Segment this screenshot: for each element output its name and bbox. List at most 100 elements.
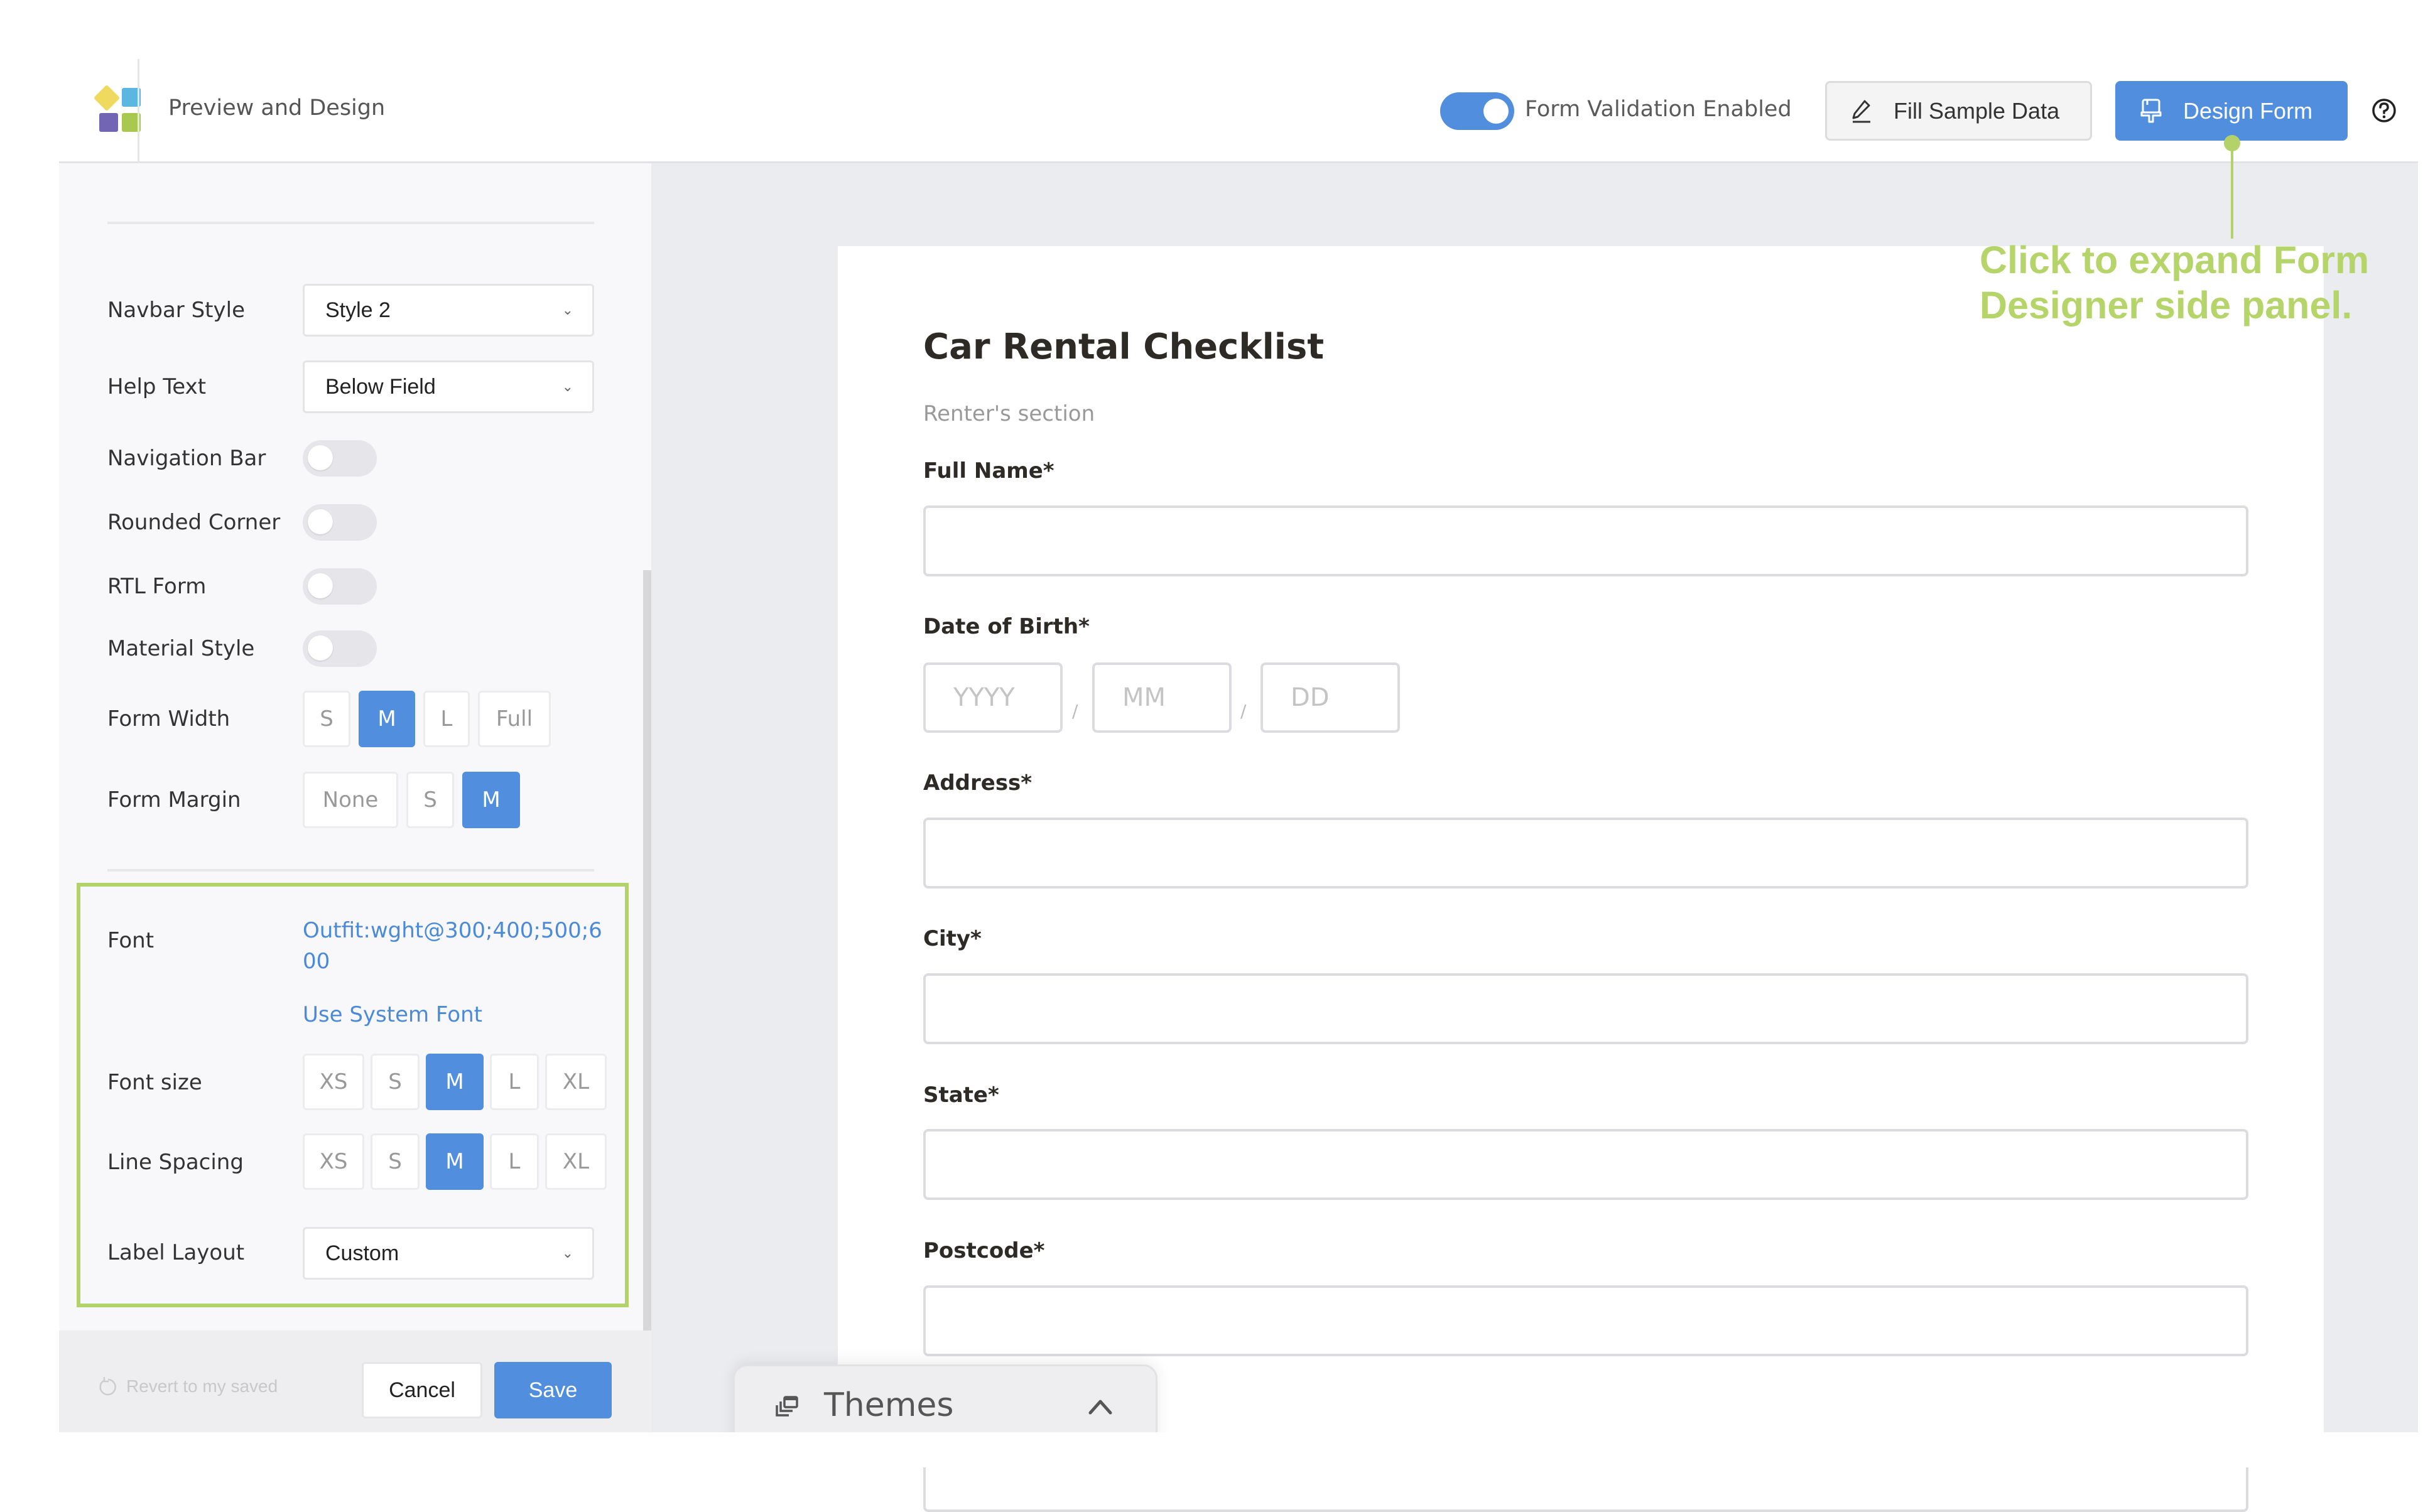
- toggle-knob: [308, 445, 333, 470]
- material-style-toggle[interactable]: [303, 630, 377, 667]
- fill-sample-data-label: Fill Sample Data: [1894, 97, 2060, 124]
- line-spacing-option-xl[interactable]: XL: [545, 1133, 607, 1190]
- line-spacing-selector: XS S M L XL: [303, 1133, 607, 1190]
- form-margin-option-none[interactable]: None: [303, 772, 398, 828]
- themes-icon: [776, 1396, 798, 1417]
- chevron-down-icon: ⌄: [561, 379, 573, 394]
- font-name-line1: Outfit:wght@300;400;500;6: [303, 918, 602, 943]
- chevron-down-icon: ⌄: [561, 1245, 573, 1261]
- form-margin-option-s[interactable]: S: [406, 772, 454, 828]
- city-input[interactable]: [923, 973, 2248, 1044]
- header-divider: [138, 59, 139, 163]
- form-margin-label: Form Margin: [107, 787, 241, 813]
- use-system-font-link[interactable]: Use System Font: [303, 1000, 482, 1030]
- annotation-callout: Click to expand Form Designer side panel…: [1980, 237, 2369, 328]
- rtl-form-toggle[interactable]: [303, 568, 377, 605]
- dob-year-input[interactable]: YYYY: [923, 662, 1063, 733]
- line-spacing-option-xs[interactable]: XS: [303, 1133, 364, 1190]
- font-name-link[interactable]: Outfit:wght@300;400;500;6 00: [303, 915, 602, 977]
- font-size-option-s[interactable]: S: [371, 1054, 420, 1110]
- chevron-down-icon: ⌄: [561, 302, 573, 318]
- divider: [107, 222, 594, 224]
- date-separator: /: [1240, 701, 1247, 721]
- dob-day-input[interactable]: DD: [1260, 662, 1400, 733]
- form-card: Car Rental Checklist Renter's section Fu…: [838, 246, 2324, 1512]
- line-spacing-label: Line Spacing: [107, 1150, 244, 1175]
- address-label: Address*: [923, 770, 1033, 796]
- annotation-pointer-dot: [2224, 135, 2240, 151]
- label-layout-label: Label Layout: [107, 1240, 245, 1265]
- right-edge: [2418, 59, 2423, 1432]
- font-label: Font: [107, 928, 154, 953]
- annotation-pointer-line: [2231, 144, 2233, 239]
- paint-brush-icon: [2140, 99, 2162, 122]
- date-of-birth-label: Date of Birth*: [923, 614, 1090, 639]
- themes-label: Themes: [824, 1386, 954, 1424]
- font-size-option-xs[interactable]: XS: [303, 1054, 364, 1110]
- revert-label: Revert to my saved: [126, 1376, 278, 1396]
- line-spacing-option-m[interactable]: M: [426, 1133, 484, 1190]
- form-validation-label: Form Validation Enabled: [1525, 97, 1792, 122]
- form-width-selector: S M L Full: [303, 691, 551, 747]
- state-label: State*: [923, 1083, 999, 1108]
- form-validation-toggle[interactable]: [1440, 92, 1514, 130]
- dob-month-input[interactable]: MM: [1092, 662, 1232, 733]
- help-text-label: Help Text: [107, 374, 207, 399]
- sidebar-footer: Revert to my saved Cancel Save: [59, 1331, 651, 1432]
- undo-icon: [99, 1377, 116, 1396]
- form-width-option-full[interactable]: Full: [478, 691, 551, 747]
- label-layout-value: Custom: [325, 1241, 399, 1265]
- date-separator: /: [1072, 701, 1078, 721]
- save-button[interactable]: Save: [494, 1362, 612, 1418]
- form-width-option-m[interactable]: M: [359, 691, 415, 747]
- design-form-button[interactable]: Design Form: [2115, 81, 2348, 141]
- font-size-selector: XS S M L XL: [303, 1054, 607, 1110]
- app-header: Preview and Design Form Validation Enabl…: [59, 59, 2423, 163]
- navbar-style-label: Navbar Style: [107, 298, 245, 323]
- form-margin-option-m[interactable]: M: [462, 772, 520, 828]
- full-name-input[interactable]: [923, 505, 2248, 576]
- postcode-input[interactable]: [923, 1285, 2248, 1356]
- postcode-label: Postcode*: [923, 1238, 1045, 1263]
- navigation-bar-label: Navigation Bar: [107, 446, 266, 471]
- design-form-label: Design Form: [2183, 97, 2313, 124]
- font-size-option-m[interactable]: M: [426, 1054, 484, 1110]
- form-section-heading: Renter's section: [923, 401, 1095, 426]
- full-name-label: Full Name*: [923, 458, 1054, 483]
- font-size-option-xl[interactable]: XL: [545, 1054, 607, 1110]
- label-layout-select[interactable]: Custom ⌄: [303, 1227, 594, 1280]
- font-size-option-l[interactable]: L: [490, 1054, 539, 1110]
- revert-to-saved-link[interactable]: Revert to my saved: [99, 1376, 278, 1397]
- form-title: Car Rental Checklist: [923, 327, 1325, 367]
- cancel-button[interactable]: Cancel: [362, 1362, 482, 1418]
- navigation-bar-toggle[interactable]: [303, 440, 377, 477]
- bottom-margin: [0, 1432, 2423, 1467]
- page-title: Preview and Design: [168, 95, 386, 121]
- rounded-corner-toggle[interactable]: [303, 504, 377, 541]
- navbar-style-value: Style 2: [325, 298, 391, 322]
- annotation-line-2: Designer side panel.: [1980, 284, 2353, 327]
- line-spacing-option-s[interactable]: S: [371, 1133, 420, 1190]
- chevron-up-icon: [1088, 1400, 1112, 1415]
- navbar-style-select[interactable]: Style 2 ⌄: [303, 284, 594, 337]
- state-input[interactable]: [923, 1129, 2248, 1200]
- form-preview-area: Car Rental Checklist Renter's section Fu…: [651, 163, 2423, 1512]
- help-icon[interactable]: [2372, 98, 2397, 123]
- divider: [107, 869, 594, 872]
- font-name-line2: 00: [303, 949, 330, 974]
- city-label: City*: [923, 926, 982, 951]
- annotation-line-1: Click to expand Form: [1980, 239, 2370, 281]
- toggle-knob: [1483, 99, 1509, 124]
- form-width-label: Form Width: [107, 706, 230, 732]
- address-input[interactable]: [923, 818, 2248, 888]
- form-width-option-s[interactable]: S: [303, 691, 350, 747]
- form-width-option-l[interactable]: L: [423, 691, 470, 747]
- toggle-knob: [308, 635, 333, 661]
- fill-sample-data-button[interactable]: Fill Sample Data: [1825, 81, 2092, 141]
- help-text-value: Below Field: [325, 374, 436, 399]
- help-text-select[interactable]: Below Field ⌄: [303, 360, 594, 413]
- line-spacing-option-l[interactable]: L: [490, 1133, 539, 1190]
- rtl-form-label: RTL Form: [107, 574, 207, 599]
- toggle-knob: [308, 573, 333, 598]
- toggle-knob: [308, 509, 333, 534]
